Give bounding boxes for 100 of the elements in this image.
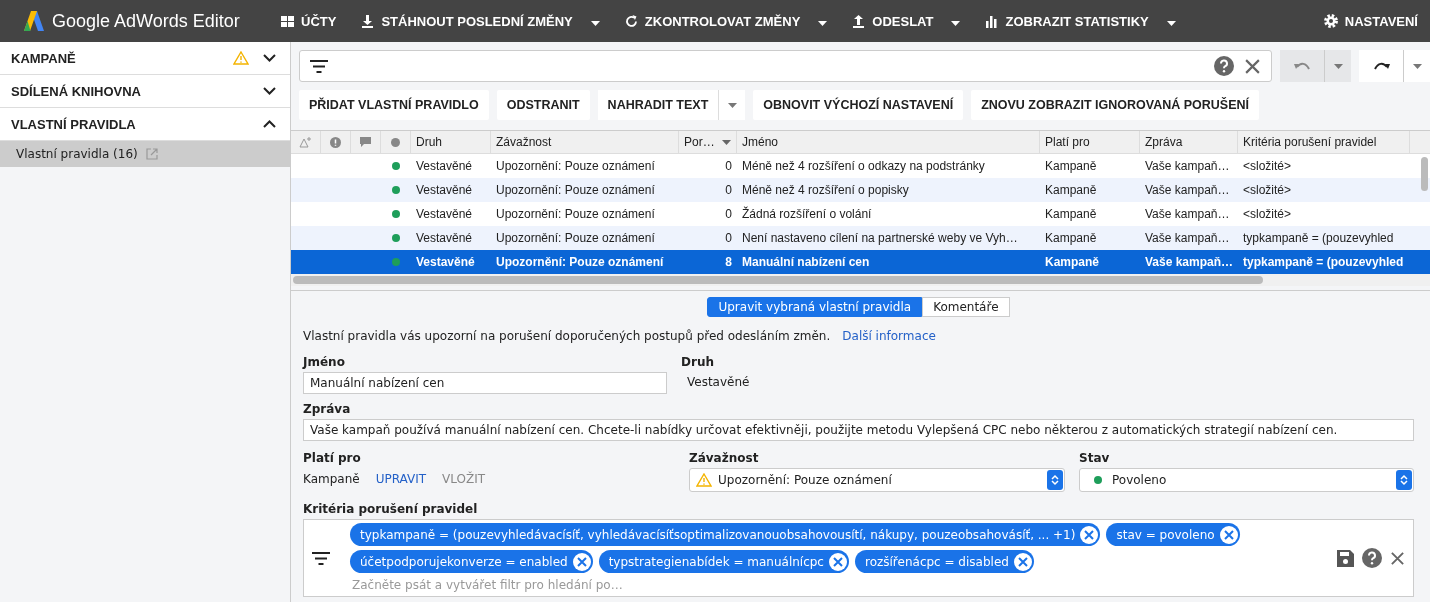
action-button[interactable]: ODSTRANIT — [496, 90, 590, 120]
settings-icon — [1322, 13, 1339, 29]
redo-icon — [1372, 61, 1390, 71]
sidebar-item[interactable]: Vlastní pravidla (16) — [0, 141, 290, 167]
close-icon[interactable] — [1244, 57, 1261, 75]
remove-icon[interactable] — [828, 552, 847, 571]
column-header[interactable]: Por… — [679, 131, 737, 153]
refresh-icon — [623, 13, 639, 29]
filter-chip[interactable]: účetpodporujekonverze = enabled — [350, 550, 593, 573]
table-cell-text: 0 — [724, 230, 733, 247]
app-title: Google AdWords Editor — [52, 10, 240, 32]
toolbar-button[interactable]: STÁHNOUT POSLEDNÍ ZMĚNY — [348, 0, 612, 42]
table-cell-text: <složité> — [1242, 158, 1293, 175]
column-header[interactable]: Platí pro — [1040, 131, 1140, 153]
triangle-plus-icon — [299, 136, 312, 148]
field-label: Stav — [1079, 451, 1111, 465]
tab[interactable]: Komentáře — [922, 297, 1010, 317]
remove-icon[interactable] — [1219, 525, 1238, 544]
table-cell-text: Kampaně — [1044, 158, 1098, 175]
column-header[interactable]: Druh — [411, 131, 491, 153]
table-cell-text: Vestavěné — [415, 182, 474, 199]
sidebar-section[interactable]: VLASTNÍ PRAVIDLA — [0, 108, 290, 141]
table-cell-text: Kampaně — [1044, 182, 1098, 199]
caret-icon — [818, 20, 828, 26]
help-icon[interactable] — [1214, 56, 1234, 76]
field-label: Kritéria porušení pravidel — [303, 502, 479, 516]
type-value: Vestavěné — [686, 374, 751, 391]
column-header[interactable]: Zpráva — [1140, 131, 1238, 153]
caret-icon — [1166, 20, 1176, 26]
table-cell-text: Vestavěné — [415, 254, 476, 271]
table-cell-text: Žádná rozšíření o volání — [741, 205, 873, 223]
filter-chip[interactable]: rozšířenácpc = disabled — [854, 550, 1034, 573]
help-icon[interactable] — [1362, 548, 1382, 568]
chevron-down-icon[interactable] — [263, 54, 276, 62]
logo-icon — [24, 10, 44, 32]
remove-icon[interactable] — [1080, 525, 1099, 544]
sidebar-section[interactable]: KAMPANĚ — [0, 42, 290, 75]
field-label: Platí pro — [303, 451, 362, 465]
remove-icon[interactable] — [572, 552, 591, 571]
alert-icon — [330, 136, 341, 148]
tab[interactable]: Upravit vybraná vlastní pravidla — [707, 297, 923, 317]
table-row[interactable]: Vestavěné Upozornění: Pouze oznámení 8 Manuální nabízení cen Kampaně Vaše kampaň… typkampaně = (pouzevyhled — [291, 250, 1430, 274]
field-label: Druh — [681, 355, 715, 369]
action-button[interactable]: PŘIDAT VLASTNÍ PRAVIDLO — [299, 90, 489, 120]
table-cell-text: Vaše kampaň… — [1144, 230, 1231, 247]
column-header[interactable]: Jméno — [737, 131, 1040, 153]
download-icon — [360, 13, 376, 29]
scrollbar[interactable] — [1421, 157, 1428, 191]
chevron-down-icon[interactable] — [263, 87, 276, 95]
caret-icon — [590, 20, 600, 26]
caret-icon — [1333, 63, 1343, 69]
filter-chip[interactable]: stav = povoleno — [1106, 523, 1240, 546]
message-field[interactable]: Vaše kampaň používá manuální nabízení cen. Chcete-li nabídky určovat efektivněji, použijte metodu Vylepšená CPC nebo některou z automatických strategií nabízení cen. — [303, 419, 1414, 441]
grid-icon — [280, 13, 295, 29]
chevron-up-icon[interactable] — [263, 120, 276, 128]
settings-button[interactable]: NASTAVENÍ — [1310, 0, 1430, 42]
table-row[interactable]: Vestavěné Upozornění: Pouze oznámení 0 Méně než 4 rozšíření o popisky Kampaně Vaše kampaň… <složité> — [291, 178, 1430, 202]
table-cell-text: Vaše kampaň… — [1144, 206, 1231, 223]
scrollbar[interactable] — [293, 276, 1263, 284]
undo-icon — [1293, 61, 1311, 71]
filter-chip[interactable]: typkampaně = (pouzevyhledávacísíť, vyhledávacísíťsoptimalizovanouobsahovousítí, nákupy, pouzeobsahovásíť, ... +1) — [350, 523, 1101, 546]
close-icon[interactable] — [1390, 550, 1405, 566]
action-button[interactable]: OBNOVIT VÝCHOZÍ NASTAVENÍ — [753, 90, 964, 120]
table-row[interactable]: Vestavěné Upozornění: Pouze oznámení 0 Žádná rozšíření o volání Kampaně Vaše kampaň… <složité> — [291, 202, 1430, 226]
status-select[interactable]: Povoleno — [1079, 468, 1414, 492]
severity-select[interactable]: Upozornění: Pouze oznámení — [689, 468, 1065, 492]
name-field[interactable]: Manuální nabízení cen — [303, 372, 667, 394]
table-cell-text: Není nastaveno cílení na partnerské weby ve Vyh… — [741, 230, 1019, 247]
filter-icon[interactable] — [310, 59, 328, 73]
table-cell-text: <složité> — [1242, 182, 1293, 199]
table-cell-text: Vestavěné — [415, 206, 474, 223]
caret-icon — [951, 20, 961, 26]
toolbar-button[interactable]: ZKONTROLOVAT ZMĚNY — [611, 0, 840, 42]
link-button[interactable]: UPRAVIT — [375, 472, 427, 486]
table-cell-text: Upozornění: Pouze oznámení — [495, 254, 665, 271]
table-cell-text: Vestavěné — [415, 158, 474, 175]
table-cell-text: 0 — [724, 206, 733, 223]
more-info-link[interactable]: Další informace — [842, 329, 936, 343]
applies-value: Kampaně — [303, 472, 360, 486]
caret-icon — [1412, 63, 1422, 69]
sidebar-section[interactable]: SDÍLENÁ KNIHOVNA — [0, 75, 290, 108]
caret-icon — [727, 102, 737, 108]
dot-icon — [391, 137, 400, 147]
table-cell-text: Kampaně — [1044, 206, 1098, 223]
warning-icon — [233, 51, 249, 65]
table-cell-text: typkampaně = (pouzevyhled — [1242, 230, 1395, 247]
filter-icon[interactable] — [312, 551, 330, 565]
filter-field[interactable] — [299, 50, 1272, 82]
column-header[interactable]: Závažnost — [491, 131, 679, 153]
toolbar-button[interactable]: ZOBRAZIT STATISTIKY — [972, 0, 1188, 42]
table-row[interactable]: Vestavěné Upozornění: Pouze oznámení 0 Není nastaveno cílení na partnerské weby ve Vyh… Kampaně Vaše kampaň… typkampaně = (pouzevyhled — [291, 226, 1430, 250]
column-header[interactable]: Kritéria porušení pravidel — [1238, 131, 1410, 153]
toolbar-button[interactable]: ÚČTY — [268, 0, 349, 42]
filter-chip[interactable]: typstrategienabídek = manuálnícpc — [598, 550, 849, 573]
toolbar-button[interactable]: ODESLAT — [839, 0, 973, 42]
save-icon[interactable] — [1337, 549, 1354, 567]
remove-icon[interactable] — [1013, 552, 1032, 571]
table-row[interactable]: Vestavěné Upozornění: Pouze oznámení 0 Méně než 4 rozšíření o odkazy na podstránky Kampaně Vaše kampaň… <složité> — [291, 154, 1430, 178]
comment-icon — [360, 137, 371, 147]
action-button[interactable]: ZNOVU ZOBRAZIT IGNOROVANÁ PORUŠENÍ — [971, 90, 1259, 120]
